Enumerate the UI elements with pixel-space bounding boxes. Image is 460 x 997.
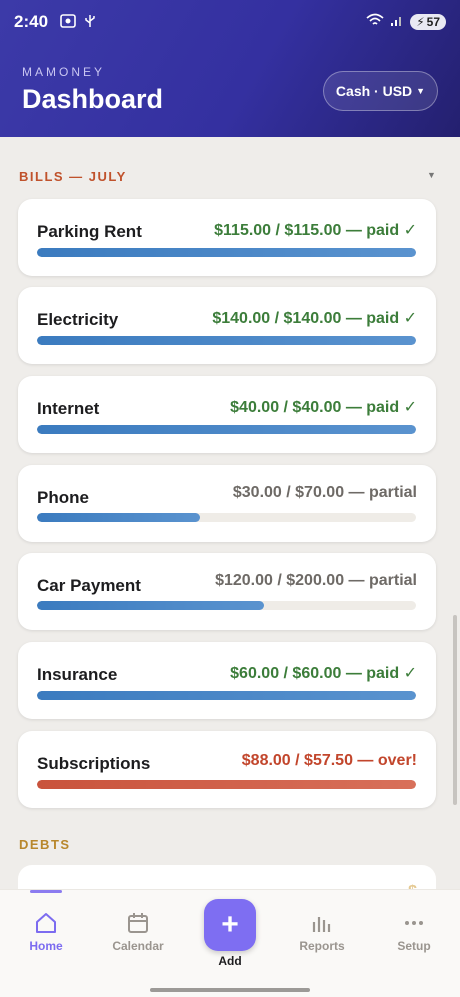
bottom-nav: Home Calendar + Add Reports Setup xyxy=(0,889,460,997)
bill-name: Parking Rent xyxy=(37,222,142,241)
nav-setup[interactable]: Setup xyxy=(374,912,454,953)
bill-amount: $30.00 / $70.00 — partial xyxy=(232,484,417,501)
progress-track xyxy=(37,248,416,257)
bill-name: Car Payment xyxy=(37,576,141,595)
nav-home[interactable]: Home xyxy=(6,912,86,953)
calendar-icon xyxy=(128,913,148,933)
nav-calendar-label: Calendar xyxy=(112,939,164,953)
bolt-icon: ⚡ xyxy=(416,15,425,29)
nav-home-label: Home xyxy=(29,939,63,953)
bill-card[interactable]: Electricity $140.00 / $140.00 — paid ✓ xyxy=(18,287,436,364)
bill-name: Electricity xyxy=(37,310,119,329)
battery-indicator: ⚡ 57 xyxy=(410,14,446,30)
progress-fill xyxy=(37,513,200,522)
bill-card[interactable]: Car Payment $120.00 / $200.00 — partial xyxy=(18,553,436,630)
nav-reports-label: Reports xyxy=(299,939,345,953)
account-selector[interactable]: Cash · USD ▼ xyxy=(323,71,438,111)
nav-calendar[interactable]: Calendar xyxy=(98,912,178,953)
bill-card[interactable]: Subscriptions $88.00 / $57.50 — over! xyxy=(18,731,436,808)
progress-fill xyxy=(37,425,416,434)
chevron-down-icon: ▼ xyxy=(416,86,426,96)
active-tab-indicator xyxy=(30,890,62,893)
bar-chart-icon xyxy=(312,917,331,932)
progress-fill xyxy=(37,691,416,700)
wifi-icon xyxy=(366,13,384,32)
more-icon xyxy=(405,921,423,925)
account-selector-label: Cash · USD xyxy=(335,83,413,99)
bill-amount: $88.00 / $57.50 — over! xyxy=(241,752,417,769)
bill-amount: $120.00 / $200.00 — partial xyxy=(215,572,417,589)
bills-section-label: BILLS — JULY xyxy=(19,169,127,184)
progress-track xyxy=(37,336,416,345)
debts-section-label: DEBTS xyxy=(19,837,71,852)
bill-amount: $60.00 / $60.00 — paid ✓ xyxy=(230,665,417,682)
progress-track xyxy=(37,513,416,522)
home-icon xyxy=(36,913,56,933)
bill-name: Subscriptions xyxy=(37,754,151,773)
signal-icon xyxy=(390,13,404,32)
status-bar: 2:40 ⚡ 57 xyxy=(0,0,460,44)
scrollbar-thumb[interactable] xyxy=(453,615,457,805)
progress-track xyxy=(37,601,416,610)
progress-track xyxy=(37,780,416,789)
progress-track xyxy=(37,425,416,434)
page-title: Dashboard xyxy=(22,84,164,114)
bill-name: Insurance xyxy=(37,665,118,684)
app-header: 2:40 ⚡ 57 MAMONEY Dashboard Cash · USD ▼ xyxy=(0,0,460,137)
home-indicator xyxy=(150,988,310,992)
status-time: 2:40 xyxy=(14,12,49,31)
progress-track xyxy=(37,691,416,700)
battery-level: 57 xyxy=(426,15,440,29)
bill-card[interactable]: Parking Rent $115.00 / $115.00 — paid ✓ xyxy=(18,199,436,276)
app-name: MAMONEY xyxy=(22,65,106,79)
plus-icon: + xyxy=(221,908,239,941)
usb-icon xyxy=(84,14,96,31)
bill-name: Phone xyxy=(37,488,89,507)
progress-fill xyxy=(37,248,416,257)
add-label: Add xyxy=(218,954,242,968)
nav-setup-label: Setup xyxy=(397,939,431,953)
bill-amount: $140.00 / $140.00 — paid ✓ xyxy=(212,310,417,327)
bill-name: Internet xyxy=(37,399,100,418)
progress-fill xyxy=(37,336,416,345)
bill-card[interactable]: Internet $40.00 / $40.00 — paid ✓ xyxy=(18,376,436,453)
progress-fill xyxy=(37,780,416,789)
screenshot-icon xyxy=(60,13,76,31)
bill-amount: $40.00 / $40.00 — paid ✓ xyxy=(230,399,417,416)
add-button[interactable]: + xyxy=(204,899,256,951)
chevron-down-icon[interactable]: ▼ xyxy=(427,170,436,180)
nav-reports[interactable]: Reports xyxy=(282,912,362,953)
bill-amount: $115.00 / $115.00 — paid ✓ xyxy=(214,222,417,239)
progress-fill xyxy=(37,601,265,610)
bill-card[interactable]: Insurance $60.00 / $60.00 — paid ✓ xyxy=(18,642,436,719)
bill-card[interactable]: Phone $30.00 / $70.00 — partial xyxy=(18,465,436,542)
